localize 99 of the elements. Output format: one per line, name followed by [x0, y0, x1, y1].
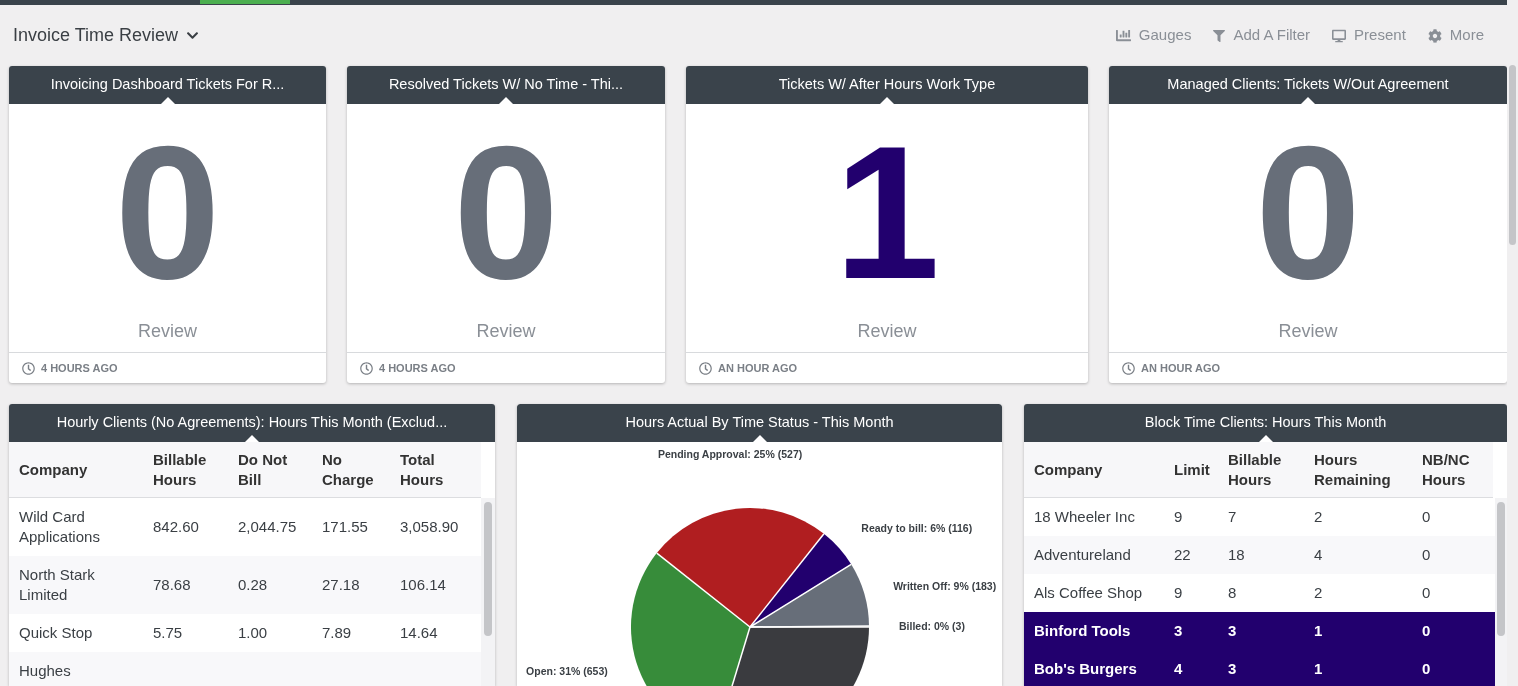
panel-title: Block Time Clients: Hours This Month: [1144, 413, 1387, 431]
gauge-value: 0: [453, 132, 559, 292]
table-cell-text: Bob's Burgers: [1033, 659, 1138, 679]
gauge-value: 0: [114, 132, 221, 292]
table-cell-text: 18 Wheeler Inc: [1033, 507, 1136, 527]
column-header: Hours Remaining: [1313, 449, 1392, 490]
table-cell-text: 9: [1173, 583, 1184, 603]
column-header: Company: [1033, 459, 1104, 480]
updated-time: AN HOUR AGO: [1141, 360, 1221, 376]
gauge-caption: Review: [857, 320, 917, 342]
gauge-caption: Review: [1278, 320, 1338, 342]
panel-pointer: [752, 435, 767, 442]
slice-label: Billed: 0% (3): [899, 620, 965, 633]
funnel-icon: [1213, 29, 1226, 42]
table-cell-text: 3,058.90: [399, 517, 460, 537]
table-row[interactable]: North Stark Limited 78.68 0.28 27.18 106.14: [9, 556, 481, 614]
panel-title: Invoicing Dashboard Tickets For R...: [50, 75, 285, 93]
column-header: Total Hours: [399, 449, 445, 490]
table-cell-text: 1: [1313, 659, 1324, 679]
updated-time: 4 HOURS AGO: [379, 360, 456, 376]
column-header: No Charge: [321, 449, 375, 490]
table-cell-text: 78.68: [152, 575, 192, 595]
table-cell-text: 0: [1421, 659, 1432, 679]
table-cell-text: 2: [1313, 507, 1324, 527]
column-header: Billable Hours: [1227, 449, 1283, 490]
clock-icon: [1122, 361, 1135, 375]
table-cell-text: 1.00: [237, 623, 269, 643]
clock-icon: [699, 361, 712, 375]
panel-title: Hours Actual By Time Status - This Month: [625, 413, 894, 431]
pie-slice[interactable]: [656, 508, 824, 627]
table-row[interactable]: Adventureland 22 18 4 0: [1024, 536, 1495, 574]
dashboard-selector[interactable]: Invoice Time Review: [13, 22, 200, 49]
panel-pointer: [880, 97, 894, 104]
column-header: Company: [18, 459, 89, 480]
table-cell-text: 18: [1227, 545, 1246, 565]
table-cell-text: 27.18: [321, 575, 361, 595]
updated-time: AN HOUR AGO: [718, 360, 798, 376]
table-cell-text: Adventureland: [1033, 545, 1132, 565]
table-cell-text: Hughes: [18, 661, 72, 681]
updated-time: 4 HOURS AGO: [41, 360, 118, 376]
table-cell-text: Binford Tools: [1033, 621, 1132, 641]
slice-label: Pending Approval: 25% (527): [657, 448, 803, 461]
gauge-caption: Review: [476, 320, 536, 342]
table-cell-text: 4: [1313, 545, 1324, 565]
panel-pointer: [160, 97, 175, 104]
gauge-value: 0: [1255, 132, 1361, 292]
table-cell-text: 7.89: [321, 623, 353, 643]
table-cell-text: 842.60: [152, 517, 200, 537]
table-cell-text: 14.64: [399, 623, 439, 643]
bar-chart-icon: [1115, 28, 1131, 43]
table-cell-text: 106.14: [399, 575, 447, 595]
table-cell-text: 2: [1313, 583, 1324, 603]
table-cell-text: 2,044.75: [237, 517, 298, 537]
table-cell-text: Als Coffee Shop: [1033, 583, 1144, 603]
panel-pointer: [1301, 97, 1315, 104]
monitor-icon: [1332, 28, 1347, 43]
table-cell-text: 0: [1421, 583, 1432, 603]
table-cell-text: 0: [1421, 507, 1432, 527]
table-row[interactable]: Hughes: [9, 652, 481, 686]
gauge-value: 1: [834, 132, 940, 292]
panel-title: Managed Clients: Tickets W/Out Agreement: [1167, 75, 1449, 93]
panel-title: Resolved Tickets W/ No Time - Thi...: [388, 75, 624, 93]
table-cell-text: 3: [1227, 621, 1238, 641]
table-cell-text: 0: [1421, 545, 1432, 565]
column-header: Billable Hours: [152, 449, 208, 490]
table-cell-text: 5.75: [152, 623, 184, 643]
table-cell-text: 0: [1421, 621, 1432, 641]
panel-title: Hourly Clients (No Agreements): Hours This Month (Exclud...: [56, 413, 448, 431]
column-header: Limit: [1173, 459, 1211, 480]
table-cell-text: 171.55: [321, 517, 369, 537]
scrollbar[interactable]: [1495, 498, 1507, 686]
table-cell-text: 1: [1313, 621, 1324, 641]
column-header: NB/NC Hours: [1421, 449, 1471, 490]
panel-pointer: [499, 97, 513, 104]
chevron-down-icon: [186, 29, 200, 42]
panel-title: Tickets W/ After Hours Work Type: [778, 75, 996, 93]
table-row[interactable]: Binford Tools 3 3 1 0: [1024, 612, 1495, 650]
clock-icon: [22, 361, 35, 375]
slice-label: Written Off: 9% (183): [893, 579, 997, 592]
gauge-caption: Review: [138, 320, 197, 342]
table-cell-text: 9: [1173, 507, 1184, 527]
table-cell-text: 8: [1227, 583, 1238, 603]
slice-label: Ready to bill: 6% (116): [861, 521, 973, 534]
settings-icon: [1427, 28, 1442, 43]
clock-icon: [360, 361, 373, 375]
scrollbar[interactable]: [481, 498, 495, 686]
slice-label: Open: 31% (653): [526, 665, 608, 678]
table-cell-text: Wild Card Applications: [18, 507, 101, 547]
table-cell-text: North Stark Limited: [18, 565, 96, 605]
table-row[interactable]: Bob's Burgers 4 3 1 0: [1024, 650, 1495, 686]
table-cell-text: 3: [1173, 621, 1184, 641]
table-cell-text: 4: [1173, 659, 1184, 679]
table-cell-text: 3: [1227, 659, 1238, 679]
table-cell-text: 7: [1227, 507, 1238, 527]
pie-slice[interactable]: [631, 553, 750, 686]
table-cell-text: Quick Stop: [18, 623, 94, 643]
table-cell-text: 0.28: [237, 575, 269, 595]
table-cell-text: 22: [1173, 545, 1192, 565]
column-header: Do Not Bill: [237, 449, 289, 490]
